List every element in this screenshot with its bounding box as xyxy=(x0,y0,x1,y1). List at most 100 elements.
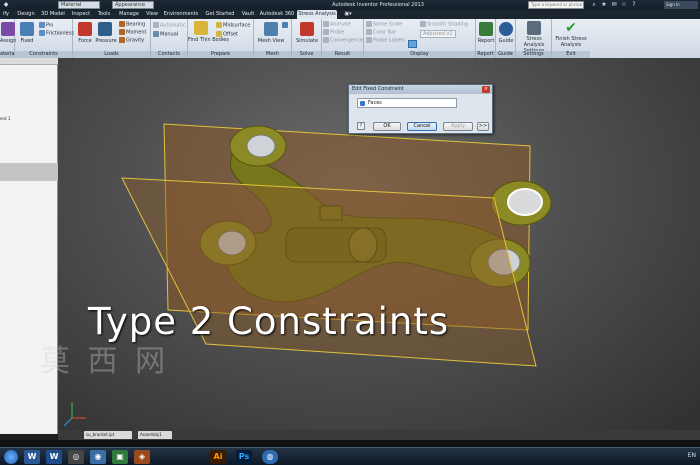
convergence-button[interactable]: Convergence xyxy=(323,37,363,44)
system-tray[interactable]: EN xyxy=(688,452,696,459)
favorites-icon[interactable]: ☆ xyxy=(620,1,628,9)
pin-button[interactable]: Pin xyxy=(39,22,53,29)
media-player-icon[interactable]: ◎ xyxy=(68,450,84,464)
tab-environments[interactable]: Environments xyxy=(162,10,200,19)
app-menu-icon[interactable]: ◆ xyxy=(2,1,10,9)
force-icon[interactable] xyxy=(78,22,92,36)
stress-settings-icon[interactable] xyxy=(527,21,541,35)
tab-manage[interactable]: Manage xyxy=(116,10,142,19)
color-bar-button[interactable]: Color Bar xyxy=(366,29,396,36)
tab-3d-model[interactable]: 3D Model xyxy=(38,10,68,19)
fixed-button[interactable]: Fixed xyxy=(17,38,37,44)
search-input[interactable]: Type a keyword or phrase xyxy=(528,1,584,9)
color-bar-label: Color Bar xyxy=(373,29,397,36)
pressure-icon[interactable] xyxy=(98,22,112,36)
app-window-icon[interactable]: ▣ xyxy=(112,450,128,464)
force-button[interactable]: Force xyxy=(75,38,95,44)
bearing-top-right-selected[interactable] xyxy=(507,188,543,216)
bearing-button[interactable]: Bearing xyxy=(119,21,145,28)
moment-button[interactable]: Moment xyxy=(119,29,146,36)
faces-selector[interactable]: Faces xyxy=(357,98,457,108)
find-thin-bodies-button[interactable]: Find Thin Bodies xyxy=(188,37,229,43)
help-icon[interactable]: ? xyxy=(630,1,638,9)
photoshop-icon[interactable]: Ps xyxy=(236,450,252,464)
close-icon[interactable]: × xyxy=(482,86,490,93)
more-button[interactable]: >> xyxy=(477,122,489,131)
help-button[interactable]: ? xyxy=(357,122,365,130)
tab-autodesk-360[interactable]: Autodesk 360 xyxy=(259,10,295,19)
boundary-conditions-icon[interactable] xyxy=(408,40,417,48)
simulate-icon[interactable] xyxy=(300,22,314,36)
find-thin-bodies-icon[interactable] xyxy=(194,21,208,35)
tab-vault[interactable]: Vault xyxy=(239,10,257,19)
doc-tab-part[interactable]: su_bracket.ipt xyxy=(84,431,132,439)
pressure-button[interactable]: Pressure xyxy=(94,38,118,44)
browser-item[interactable]: ent 1 xyxy=(0,116,58,121)
cancel-button[interactable]: Cancel xyxy=(407,122,437,131)
probe-icon xyxy=(323,29,329,35)
tab-design[interactable]: Design xyxy=(15,10,37,19)
report-icon[interactable] xyxy=(479,22,493,36)
browser-header xyxy=(0,58,58,65)
probe-labels-icon xyxy=(366,37,372,43)
mesh-view-button[interactable]: Mesh View xyxy=(256,38,286,44)
tab-modify[interactable]: ify xyxy=(0,10,12,19)
frictionless-icon xyxy=(39,30,45,36)
mesh-settings-icon[interactable] xyxy=(282,22,289,29)
panel-label-prepare: Prepare xyxy=(188,51,253,58)
material-dropdown[interactable]: Material xyxy=(58,1,100,9)
moment-icon xyxy=(119,29,125,35)
ok-button[interactable]: OK xyxy=(373,122,401,131)
automatic-button[interactable]: Automatic xyxy=(153,22,186,29)
tab-inspect[interactable]: Inspect xyxy=(70,10,92,19)
assign-button[interactable]: Assign xyxy=(0,38,16,44)
ie-icon[interactable]: ◉ xyxy=(90,450,106,464)
browser-selected-row[interactable] xyxy=(0,163,58,181)
start-button-icon[interactable] xyxy=(4,450,18,464)
panel-mesh: Mesh View Mesh xyxy=(254,19,292,58)
assign-material-icon[interactable] xyxy=(1,22,15,36)
communication-icon[interactable]: ✉ xyxy=(610,1,618,9)
panel-report: Report Report xyxy=(476,19,496,58)
probe-button[interactable]: Probe xyxy=(323,29,344,36)
finish-stress-analysis-button[interactable]: Finish Stress Analysis xyxy=(552,36,590,48)
finish-check-icon[interactable]: ✔ xyxy=(564,21,578,35)
search-icon[interactable]: ⌕ xyxy=(590,1,598,9)
panel-label-loads[interactable]: Loads xyxy=(73,51,150,58)
ribbon-options-icon[interactable]: ▣▾ xyxy=(342,10,354,19)
simulate-button[interactable]: Simulate xyxy=(292,38,322,44)
word-icon[interactable]: W xyxy=(24,450,40,464)
report-button[interactable]: Report xyxy=(476,38,496,44)
fixed-constraint-icon[interactable] xyxy=(20,22,34,36)
offset-button[interactable]: Offset xyxy=(216,31,238,38)
mesh-view-icon[interactable] xyxy=(264,22,278,36)
tab-view[interactable]: View xyxy=(144,10,160,19)
same-scale-button[interactable]: Same Scale xyxy=(366,21,402,28)
browser-icon[interactable]: ◍ xyxy=(262,450,278,464)
inventor-icon[interactable]: ◈ xyxy=(134,450,150,464)
guide-icon[interactable] xyxy=(499,22,513,36)
panel-label-exit: Exit xyxy=(552,51,590,58)
manual-button[interactable]: Manual xyxy=(153,31,178,38)
tab-tools[interactable]: Tools xyxy=(94,10,114,19)
displacement-scale-dropdown[interactable]: Adjusted x1 xyxy=(420,30,456,38)
gravity-button[interactable]: Gravity xyxy=(119,37,144,44)
sign-in-button[interactable]: Sign In xyxy=(664,1,698,9)
apply-button[interactable]: Apply xyxy=(443,122,473,131)
guide-button[interactable]: Guide xyxy=(496,38,516,44)
tab-stress-analysis[interactable]: Stress Analysis xyxy=(297,10,337,19)
frictionless-button[interactable]: Frictionless xyxy=(39,30,74,37)
frictionless-label: Frictionless xyxy=(46,30,74,37)
illustrator-icon[interactable]: Ai xyxy=(210,450,226,464)
doc-tab-assembly[interactable]: Assembly1 xyxy=(138,431,172,439)
appearance-dropdown[interactable]: Appearance xyxy=(112,1,154,9)
smooth-shading-dropdown[interactable]: Smooth Shading xyxy=(420,21,468,28)
same-scale-icon xyxy=(366,21,372,27)
midsurface-button[interactable]: Midsurface xyxy=(216,22,250,29)
word-doc-icon[interactable]: W xyxy=(46,450,62,464)
bearing-top-left[interactable] xyxy=(246,134,276,158)
probe-labels-button[interactable]: Probe Labels xyxy=(366,37,405,44)
animate-button[interactable]: Animate xyxy=(323,21,351,28)
tab-get-started[interactable]: Get Started xyxy=(203,10,237,19)
subscription-icon[interactable]: ★ xyxy=(600,1,608,9)
